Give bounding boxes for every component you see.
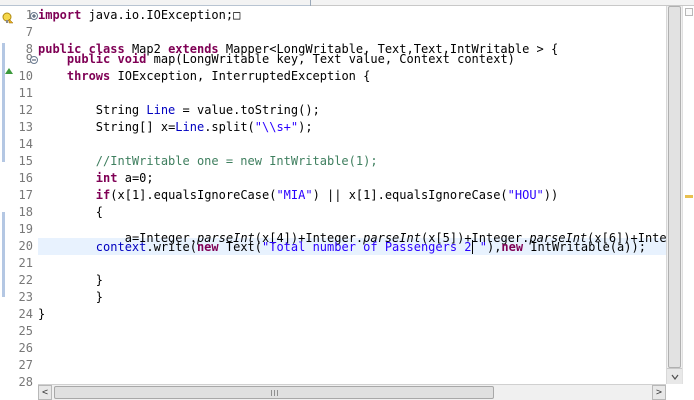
scroll-down-button[interactable]: [667, 368, 683, 384]
line-number: 15: [18, 154, 33, 168]
line-number-gutter: 1 7 8 9 10 11 12 13 14 15 16 17 18 19 20…: [13, 6, 38, 389]
line-number: 18: [18, 205, 33, 219]
fold-expand-icon[interactable]: [30, 12, 38, 20]
line-number: 20: [18, 239, 33, 253]
line-number: 23: [18, 290, 33, 304]
line-number: 26: [18, 341, 33, 355]
line-number: 7: [25, 25, 33, 39]
line-number: 13: [18, 120, 33, 134]
horizontal-scrollbar[interactable]: < >: [38, 384, 666, 400]
code-line-26[interactable]: }: [38, 306, 666, 323]
code-line-18[interactable]: {: [38, 204, 666, 221]
scroll-right-button[interactable]: >: [652, 385, 666, 400]
line-number: 11: [18, 86, 33, 100]
code-line-17[interactable]: if(x[1].equalsIgnoreCase("MIA") || x[1].…: [38, 187, 666, 204]
thumb-grip: [277, 390, 278, 396]
code-text-area[interactable]: import java.io.IOException;□ public clas…: [38, 6, 666, 384]
code-line-24[interactable]: }: [38, 272, 666, 289]
fold-collapse-icon[interactable]: [30, 56, 38, 64]
line-number: 10: [18, 69, 33, 83]
line-number: 22: [18, 273, 33, 287]
vertical-scroll-thumb[interactable]: [668, 6, 681, 368]
code-line-10[interactable]: throws IOException, InterruptedException…: [38, 68, 666, 85]
overview-status-icon[interactable]: [685, 8, 693, 16]
line-number: 27: [18, 358, 33, 372]
thumb-grip: [274, 390, 275, 396]
chevron-down-icon: [671, 374, 679, 380]
line-number: 25: [18, 324, 33, 338]
annotation-ruler: [0, 6, 14, 384]
thumb-grip: [271, 390, 272, 396]
code-line-9[interactable]: public void map(LongWritable key, Text v…: [38, 51, 666, 68]
override-triangle-icon[interactable]: [5, 60, 13, 74]
vertical-scrollbar[interactable]: [666, 6, 683, 384]
warning-marker[interactable]: [685, 195, 693, 198]
line-number: 12: [18, 103, 33, 117]
line-number: 19: [18, 222, 33, 236]
horizontal-scroll-thumb[interactable]: [54, 386, 494, 399]
line-number: 14: [18, 137, 33, 151]
code-line-12[interactable]: String Line = value.toString();: [38, 102, 666, 119]
scroll-left-button[interactable]: <: [38, 385, 52, 400]
line-number: 24: [18, 307, 33, 321]
line-number: 16: [18, 171, 33, 185]
code-line-25[interactable]: }: [38, 289, 666, 306]
code-editor[interactable]: 1 7 8 9 10 11 12 13 14 15 16 17 18 19 20…: [0, 6, 694, 400]
line-number: 28: [18, 375, 33, 389]
code-line-1[interactable]: import java.io.IOException;□: [38, 7, 666, 24]
code-line-15[interactable]: //IntWritable one = new IntWritable(1);: [38, 153, 666, 170]
code-line-16[interactable]: int a=0;: [38, 170, 666, 187]
overview-ruler[interactable]: [682, 6, 694, 384]
line-number: 17: [18, 188, 33, 202]
line-number: 21: [18, 256, 33, 270]
code-line-13[interactable]: String[] x=Line.split("\\s+");: [38, 119, 666, 136]
changed-lines-marker: [2, 43, 5, 162]
code-line-22[interactable]: context.write(new Text("Total number of …: [38, 239, 666, 256]
folded-import-box-icon[interactable]: □: [233, 8, 240, 22]
changed-lines-marker: [2, 212, 5, 297]
